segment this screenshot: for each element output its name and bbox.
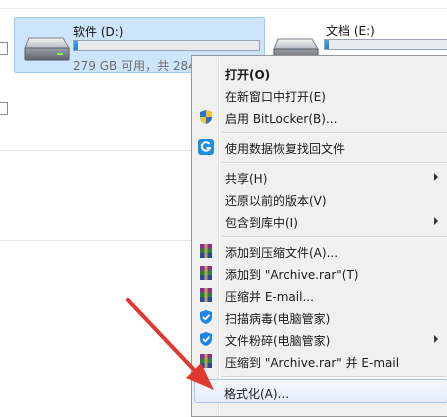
menu-item-restore-previous[interactable]: 还原以前的版本(V) [194,188,447,210]
divider [0,240,191,241]
menu-item-open-new-window[interactable]: 在新窗口中打开(E) [194,84,447,106]
winrar-icon [200,266,212,280]
menu-item-label: 添加到压缩文件(A)... [225,246,339,260]
menu-item-label: 使用数据恢复找回文件 [225,142,346,156]
context-menu: 打开(O) 在新窗口中打开(E) 启用 BitLocker(B)... 使用数据… [191,55,447,417]
drive-usage-bar [324,39,447,50]
menu-item-label: 压缩到 "Archive.rar" 并 E-mail [225,356,400,370]
menu-item-label: 文件粉碎(电脑管家) [225,334,331,348]
winrar-icon [200,354,212,368]
checkbox-edge[interactable] [0,42,8,55]
submenu-arrow-icon [434,217,438,225]
menu-item-bitlocker[interactable]: 启用 BitLocker(B)... [194,106,447,128]
menu-item-label: 包含到库中(I) [225,216,298,230]
menu-separator [222,162,447,164]
menu-item-compress-rar-email[interactable]: 压缩到 "Archive.rar" 并 E-mail [194,350,447,372]
drive-usage-fill [325,40,330,49]
menu-item-label: 启用 BitLocker(B)... [225,112,338,126]
drive-name: 软件 (D:) [73,25,124,39]
menu-separator [222,132,447,134]
drive-free-space: 279 GB 可用，共 284 [73,59,196,73]
pcmgr-shield-icon [200,332,212,346]
menu-separator [222,236,447,238]
menu-item-include-library[interactable]: 包含到库中(I) [194,210,447,232]
submenu-arrow-icon [434,173,438,181]
menu-item-open[interactable]: 打开(O) [194,62,447,84]
divider [0,150,191,151]
menu-item-add-archive[interactable]: 添加到压缩文件(A)... [194,240,447,262]
menu-item-share[interactable]: 共享(H) [194,166,447,188]
menu-item-label: 添加到 "Archive.rar"(T) [225,268,359,282]
menu-item-label: 压缩并 E-mail... [225,290,314,304]
hard-drive-icon [24,37,70,61]
checkbox-edge[interactable] [0,102,8,115]
drive-usage-fill [74,41,78,50]
pcmgr-shield-icon [200,310,212,324]
menu-item-shred-file[interactable]: 文件粉碎(电脑管家) [194,328,447,350]
winrar-icon [200,288,212,302]
menu-item-label: 还原以前的版本(V) [225,194,327,208]
menu-item-format[interactable]: 格式化(A)... [194,379,447,403]
menu-item-compress-email[interactable]: 压缩并 E-mail... [194,284,447,306]
drive-name: 文档 (E:) [326,24,375,38]
menu-item-data-recovery[interactable]: 使用数据恢复找回文件 [194,136,447,158]
shield-uac-icon [200,110,212,124]
menu-item-label: 格式化(A)... [224,387,290,401]
menu-item-label: 共享(H) [225,172,268,186]
submenu-arrow-icon [434,335,438,343]
divider [0,8,447,9]
drive-usage-bar [73,40,260,51]
menu-item-label: 在新窗口中打开(E) [225,90,326,104]
menu-separator [222,376,447,378]
menu-item-add-archive-rar[interactable]: 添加到 "Archive.rar"(T) [194,262,447,284]
winrar-icon [200,244,212,258]
menu-item-label: 打开(O) [225,68,271,82]
menu-item-scan-virus[interactable]: 扫描病毒(电脑管家) [194,306,447,328]
recovery-g-icon [198,139,214,155]
menu-item-label: 扫描病毒(电脑管家) [225,312,331,326]
